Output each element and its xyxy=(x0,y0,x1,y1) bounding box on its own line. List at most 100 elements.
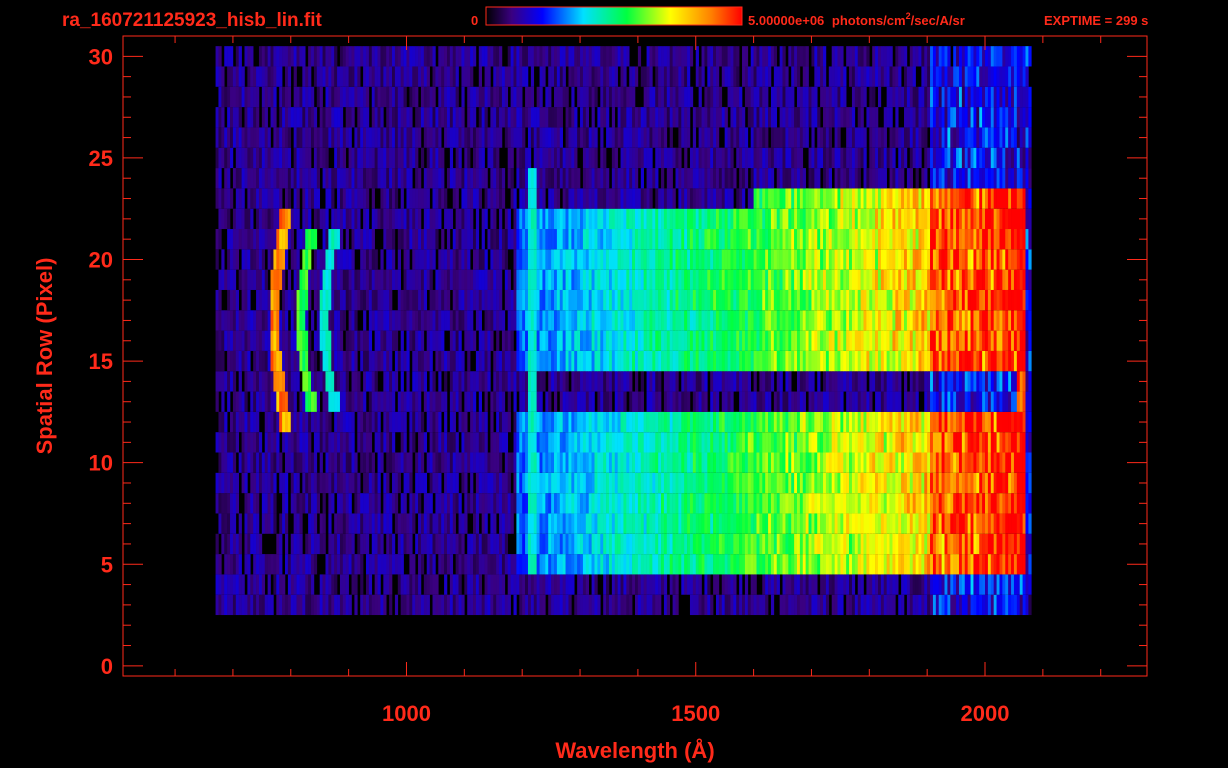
heatmap-cell xyxy=(279,269,283,290)
heatmap-cell xyxy=(869,554,873,575)
heatmap-cell xyxy=(322,310,326,331)
heatmap-cell xyxy=(828,371,833,392)
heatmap-cell xyxy=(782,289,786,311)
heatmap-cell xyxy=(869,310,873,331)
heatmap-cell xyxy=(493,513,497,534)
heatmap-cell xyxy=(756,554,760,575)
heatmap-cell xyxy=(808,554,812,575)
heatmap-cell xyxy=(692,554,697,575)
heatmap-cell xyxy=(513,391,517,412)
heatmap-cell xyxy=(979,249,983,270)
heatmap-cell xyxy=(930,574,934,595)
heatmap-cell xyxy=(371,249,375,270)
heatmap-cell xyxy=(409,269,413,290)
heatmap-cell xyxy=(640,269,644,290)
heatmap-cell xyxy=(444,493,448,514)
heatmap-cell xyxy=(799,411,804,433)
heatmap-cell xyxy=(661,472,665,494)
heatmap-cell xyxy=(823,269,827,290)
heatmap-cell xyxy=(328,249,332,270)
heatmap-cell xyxy=(230,411,234,433)
heatmap-cell xyxy=(756,533,760,555)
heatmap-cell xyxy=(851,289,856,311)
heatmap-cell xyxy=(669,574,673,595)
heatmap-cell xyxy=(823,391,827,412)
heatmap-cell xyxy=(389,229,393,250)
heatmap-cell xyxy=(478,574,482,595)
heatmap-cell xyxy=(791,411,795,433)
heatmap-cell xyxy=(967,310,971,331)
heatmap-cell xyxy=(967,269,971,290)
heatmap-cell xyxy=(744,411,749,433)
heatmap-cell xyxy=(739,229,743,250)
heatmap-cell xyxy=(374,594,378,616)
heatmap-cell xyxy=(527,452,532,473)
heatmap-cell xyxy=(620,330,624,351)
heatmap-cell xyxy=(507,411,511,433)
heatmap-cell xyxy=(866,249,870,270)
heatmap-cell xyxy=(993,594,997,616)
heatmap-cell xyxy=(947,493,951,514)
heatmap-cell xyxy=(629,330,633,351)
heatmap-cell xyxy=(947,533,951,555)
heatmap-cell xyxy=(244,472,248,494)
heatmap-cell xyxy=(455,289,459,311)
heatmap-cell xyxy=(435,574,439,595)
heatmap-cell xyxy=(582,310,587,331)
heatmap-cell xyxy=(1019,249,1023,270)
heatmap-cell xyxy=(533,330,537,351)
heatmap-cell xyxy=(420,371,425,392)
heatmap-cell xyxy=(863,350,867,372)
heatmap-cell xyxy=(649,574,653,595)
heatmap-cell xyxy=(371,493,375,514)
heatmap-cell xyxy=(432,574,436,595)
heatmap-cell xyxy=(276,289,280,311)
heatmap-cell xyxy=(730,229,734,250)
heatmap-cell xyxy=(915,229,919,250)
heatmap-cell xyxy=(316,594,321,616)
heatmap-cell xyxy=(449,513,454,534)
heatmap-cell xyxy=(493,310,497,331)
heatmap-cell xyxy=(467,330,471,351)
heatmap-cell xyxy=(675,493,679,514)
heatmap-cell xyxy=(487,554,491,575)
heatmap-cell xyxy=(473,493,477,514)
heatmap-cell xyxy=(831,432,835,453)
heatmap-cell xyxy=(785,594,789,616)
heatmap-cell xyxy=(944,411,948,433)
heatmap-cell xyxy=(681,411,685,433)
heatmap-cell xyxy=(539,452,543,473)
heatmap-cell xyxy=(915,330,919,351)
heatmap-cell xyxy=(973,289,977,311)
heatmap-cell xyxy=(695,574,699,595)
heatmap-cell xyxy=(626,269,630,290)
heatmap-cell xyxy=(337,330,341,351)
heatmap-cell xyxy=(915,432,919,453)
heatmap-cell xyxy=(603,574,607,595)
heatmap-cell xyxy=(241,411,245,433)
heatmap-cell xyxy=(831,249,835,270)
heatmap-cell xyxy=(354,391,358,412)
heatmap-cell xyxy=(779,411,783,433)
heatmap-cell xyxy=(348,493,352,514)
heatmap-cell xyxy=(328,533,332,555)
heatmap-cell xyxy=(267,513,271,534)
heatmap-cell xyxy=(730,350,734,372)
heatmap-cell xyxy=(238,350,242,372)
heatmap-cell xyxy=(380,350,384,372)
heatmap-cell xyxy=(672,310,676,331)
heatmap-cell xyxy=(1008,554,1012,575)
heatmap-cell xyxy=(1002,330,1006,351)
heatmap-cell xyxy=(420,554,425,575)
heatmap-cell xyxy=(1011,310,1015,331)
heatmap-cell xyxy=(932,330,937,351)
heatmap-cell xyxy=(724,533,728,555)
heatmap-cell xyxy=(339,574,344,595)
heatmap-cell xyxy=(695,533,699,555)
heatmap-cell xyxy=(869,371,873,392)
heatmap-cell xyxy=(823,330,827,351)
heatmap-cell xyxy=(1025,472,1029,494)
heatmap-cell xyxy=(799,432,804,453)
heatmap-cell xyxy=(724,310,728,331)
heatmap-cell xyxy=(253,533,257,555)
